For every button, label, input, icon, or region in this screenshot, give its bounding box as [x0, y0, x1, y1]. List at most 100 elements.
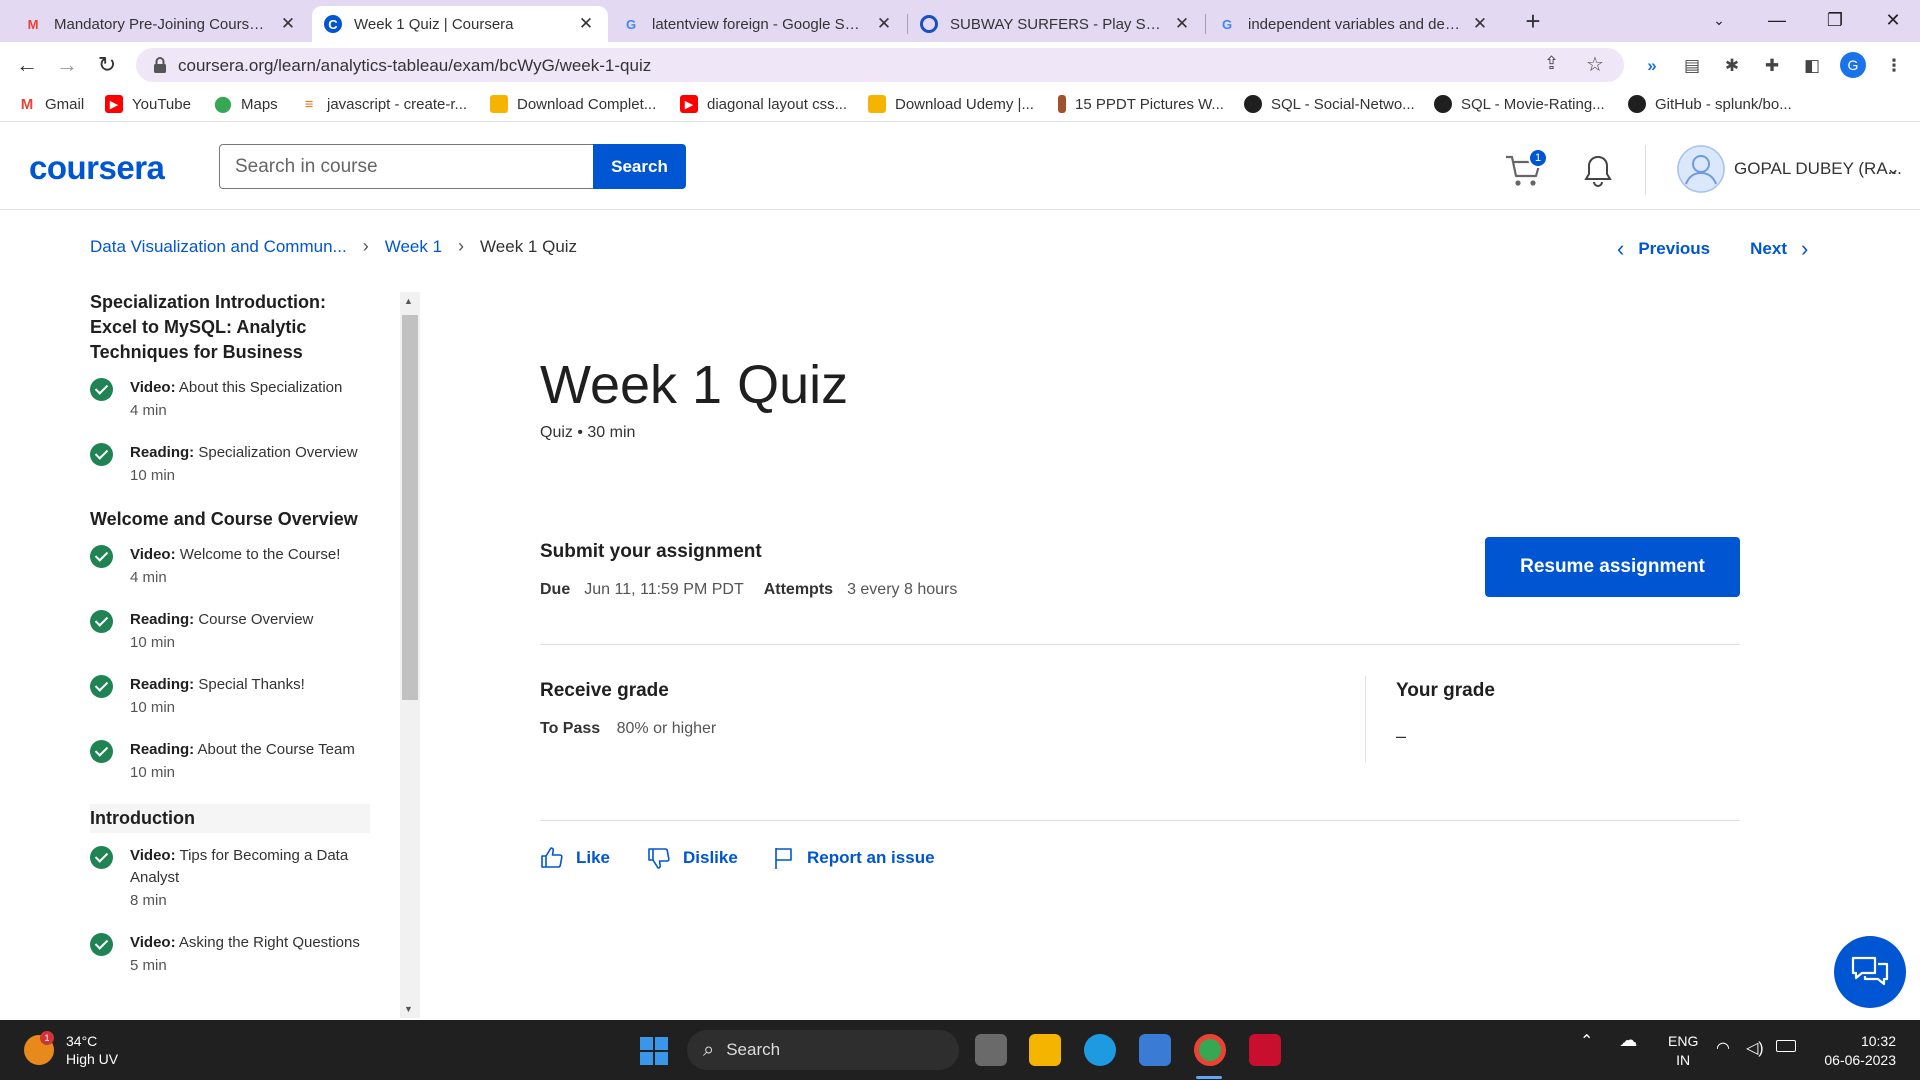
coursera-logo[interactable]: coursera [29, 149, 165, 187]
due-value: Jun 11, 11:59 PM PDT [584, 581, 744, 598]
notification-bell-icon[interactable] [1582, 153, 1614, 189]
outline-item[interactable]: Reading: Specialization Overview 10 min [90, 442, 370, 488]
windows-start-icon[interactable] [640, 1037, 668, 1065]
side-panel-icon[interactable]: ◧ [1800, 54, 1824, 78]
breadcrumb-week-link[interactable]: Week 1 [385, 237, 442, 257]
battery-icon[interactable] [1776, 1040, 1796, 1052]
bookmark-item[interactable]: SQL - Movie-Rating... [1434, 95, 1605, 113]
close-window-icon[interactable]: ✕ [1864, 0, 1920, 40]
scroll-up-arrow-icon[interactable]: ▲ [404, 296, 413, 306]
browser-tab-active[interactable]: C Week 1 Quiz | Coursera ✕ [312, 6, 608, 42]
file-explorer-icon[interactable] [1029, 1034, 1061, 1066]
search-button[interactable]: Search [593, 144, 686, 189]
bookmark-item[interactable]: Download Complet... [490, 95, 656, 113]
bookmark-star-icon[interactable]: ☆ [1586, 52, 1604, 77]
close-tab-icon[interactable]: ✕ [874, 14, 894, 34]
close-tab-icon[interactable]: ✕ [576, 14, 596, 34]
profile-avatar[interactable]: G [1840, 52, 1866, 78]
chat-support-button[interactable] [1834, 936, 1906, 1008]
volume-icon[interactable]: ◁) [1746, 1038, 1764, 1058]
extension-copy-icon[interactable]: ▤ [1680, 54, 1704, 78]
report-issue-button[interactable]: Report an issue [773, 846, 935, 870]
close-tab-icon[interactable]: ✕ [1470, 14, 1490, 34]
like-button[interactable]: Like [540, 846, 610, 870]
item-name: Special Thanks! [198, 676, 305, 693]
dislike-button[interactable]: Dislike [647, 846, 738, 870]
lock-icon [154, 57, 166, 73]
outline-item[interactable]: Video: Tips for Becoming a Data Analyst 8… [90, 845, 370, 913]
close-tab-icon[interactable]: ✕ [1172, 14, 1192, 34]
edge-icon[interactable] [1084, 1034, 1116, 1066]
store-icon[interactable] [1139, 1034, 1171, 1066]
item-type: Video: [130, 934, 176, 951]
wifi-icon[interactable]: ◠ [1716, 1038, 1730, 1058]
minimize-icon[interactable]: — [1748, 0, 1806, 40]
header-divider [1645, 145, 1646, 195]
back-arrow-icon[interactable]: ← [12, 50, 42, 80]
bookmark-item[interactable]: M Gmail [18, 95, 84, 113]
bookmark-item[interactable]: ▶ diagonal layout css... [680, 95, 847, 113]
section-title[interactable]: Specialization Introduction: Excel to My… [90, 290, 370, 365]
date: 06-06-2023 [1824, 1052, 1896, 1068]
previous-button[interactable]: ‹ Previous [1617, 236, 1710, 262]
outline-item[interactable]: Reading: Course Overview 10 min [90, 609, 370, 655]
outline-item[interactable]: Video: About this Specialization 4 min [90, 377, 370, 423]
outline-item[interactable]: Video: Asking the Right Questions 5 min [90, 932, 370, 978]
share-icon[interactable]: ⇪ [1544, 53, 1559, 74]
scroll-down-arrow-icon[interactable]: ▼ [404, 1004, 413, 1014]
tab-title: SUBWAY SURFERS - Play Subway [950, 15, 1164, 33]
browser-tab[interactable]: SUBWAY SURFERS - Play Subway ✕ [908, 6, 1204, 42]
user-avatar[interactable] [1677, 145, 1725, 193]
gift-app-icon[interactable] [1249, 1034, 1281, 1066]
bookmark-item[interactable]: ≡ javascript - create-r... [300, 95, 467, 113]
browser-tab[interactable]: G latentview foreign - Google Sear ✕ [610, 6, 906, 42]
bookmark-item[interactable]: GitHub - splunk/bo... [1628, 95, 1792, 113]
outline-item[interactable]: Reading: About the Course Team 10 min [90, 739, 370, 785]
extensions-puzzle-icon[interactable]: ✚ [1760, 54, 1784, 78]
extension-readaloud-icon[interactable]: » [1640, 54, 1664, 78]
sidebar-scroll-thumb[interactable] [402, 315, 418, 700]
chevron-down-icon[interactable]: ⌄ [1886, 159, 1900, 179]
onedrive-cloud-icon[interactable]: ☁ [1619, 1030, 1637, 1051]
system-clock[interactable]: 10:32 06-06-2023 [1812, 1032, 1896, 1070]
outline-item[interactable]: Video: Welcome to the Course! 4 min [90, 544, 370, 590]
course-search-input[interactable] [219, 144, 594, 189]
browser-tab[interactable]: G independent variables and deper ✕ [1206, 6, 1502, 42]
outline-item[interactable]: Reading: Special Thanks! 10 min [90, 674, 370, 720]
resume-assignment-button[interactable]: Resume assignment [1485, 537, 1740, 597]
bookmark-item[interactable]: Download Udemy |... [868, 95, 1034, 113]
language-indicator[interactable]: ENG IN [1668, 1032, 1698, 1070]
pass-requirement: To Pass 80% or higher [540, 720, 716, 738]
next-button[interactable]: Next › [1750, 236, 1808, 262]
extension-bug-icon[interactable]: ✱ [1720, 54, 1744, 78]
bookmark-item[interactable]: SQL - Social-Netwo... [1244, 95, 1415, 113]
new-tab-plus-icon[interactable]: + [1518, 6, 1548, 36]
bookmark-item[interactable]: ▶ YouTube [105, 95, 191, 113]
weather-widget[interactable]: 1 34°C High UV [24, 1031, 118, 1068]
close-tab-icon[interactable]: ✕ [278, 14, 298, 34]
address-bar[interactable]: coursera.org/learn/analytics-tableau/exa… [136, 48, 1624, 82]
section-title[interactable]: Introduction [90, 804, 370, 833]
chrome-icon[interactable] [1194, 1034, 1226, 1066]
bookmark-item[interactable]: ⬤ Maps [214, 95, 278, 114]
forward-arrow-icon[interactable]: → [52, 50, 82, 80]
browser-toolbar: ← → ↻ coursera.org/learn/analytics-table… [0, 42, 1920, 88]
more-menu-icon[interactable]: ⋮ [1882, 54, 1906, 78]
bookmark-item[interactable]: 15 PPDT Pictures W... [1058, 95, 1224, 113]
task-view-icon[interactable] [975, 1034, 1007, 1066]
reload-icon[interactable]: ↻ [92, 50, 122, 80]
completed-check-icon [90, 933, 113, 956]
chevron-up-icon[interactable]: ⌃ [1580, 1031, 1593, 1051]
bookmark-label: SQL - Movie-Rating... [1461, 95, 1605, 113]
user-name[interactable]: GOPAL DUBEY (RA... [1734, 159, 1902, 179]
restore-icon[interactable]: ❐ [1806, 0, 1864, 40]
item-name: Welcome to the Course! [179, 546, 341, 563]
section-title[interactable]: Welcome and Course Overview [90, 507, 370, 532]
breadcrumb-course-link[interactable]: Data Visualization and Commun... [90, 237, 347, 257]
item-navigation: ‹ Previous Next › [1617, 236, 1808, 262]
taskbar-search[interactable]: ⌕ Search [687, 1030, 959, 1070]
item-name: Asking the Right Questions [178, 934, 360, 951]
chevron-left-icon: ‹ [1617, 236, 1625, 261]
browser-tab[interactable]: M Mandatory Pre-Joining Courses U ✕ [12, 6, 310, 42]
tab-search-chevron-icon[interactable]: ⌄ [1690, 0, 1748, 40]
